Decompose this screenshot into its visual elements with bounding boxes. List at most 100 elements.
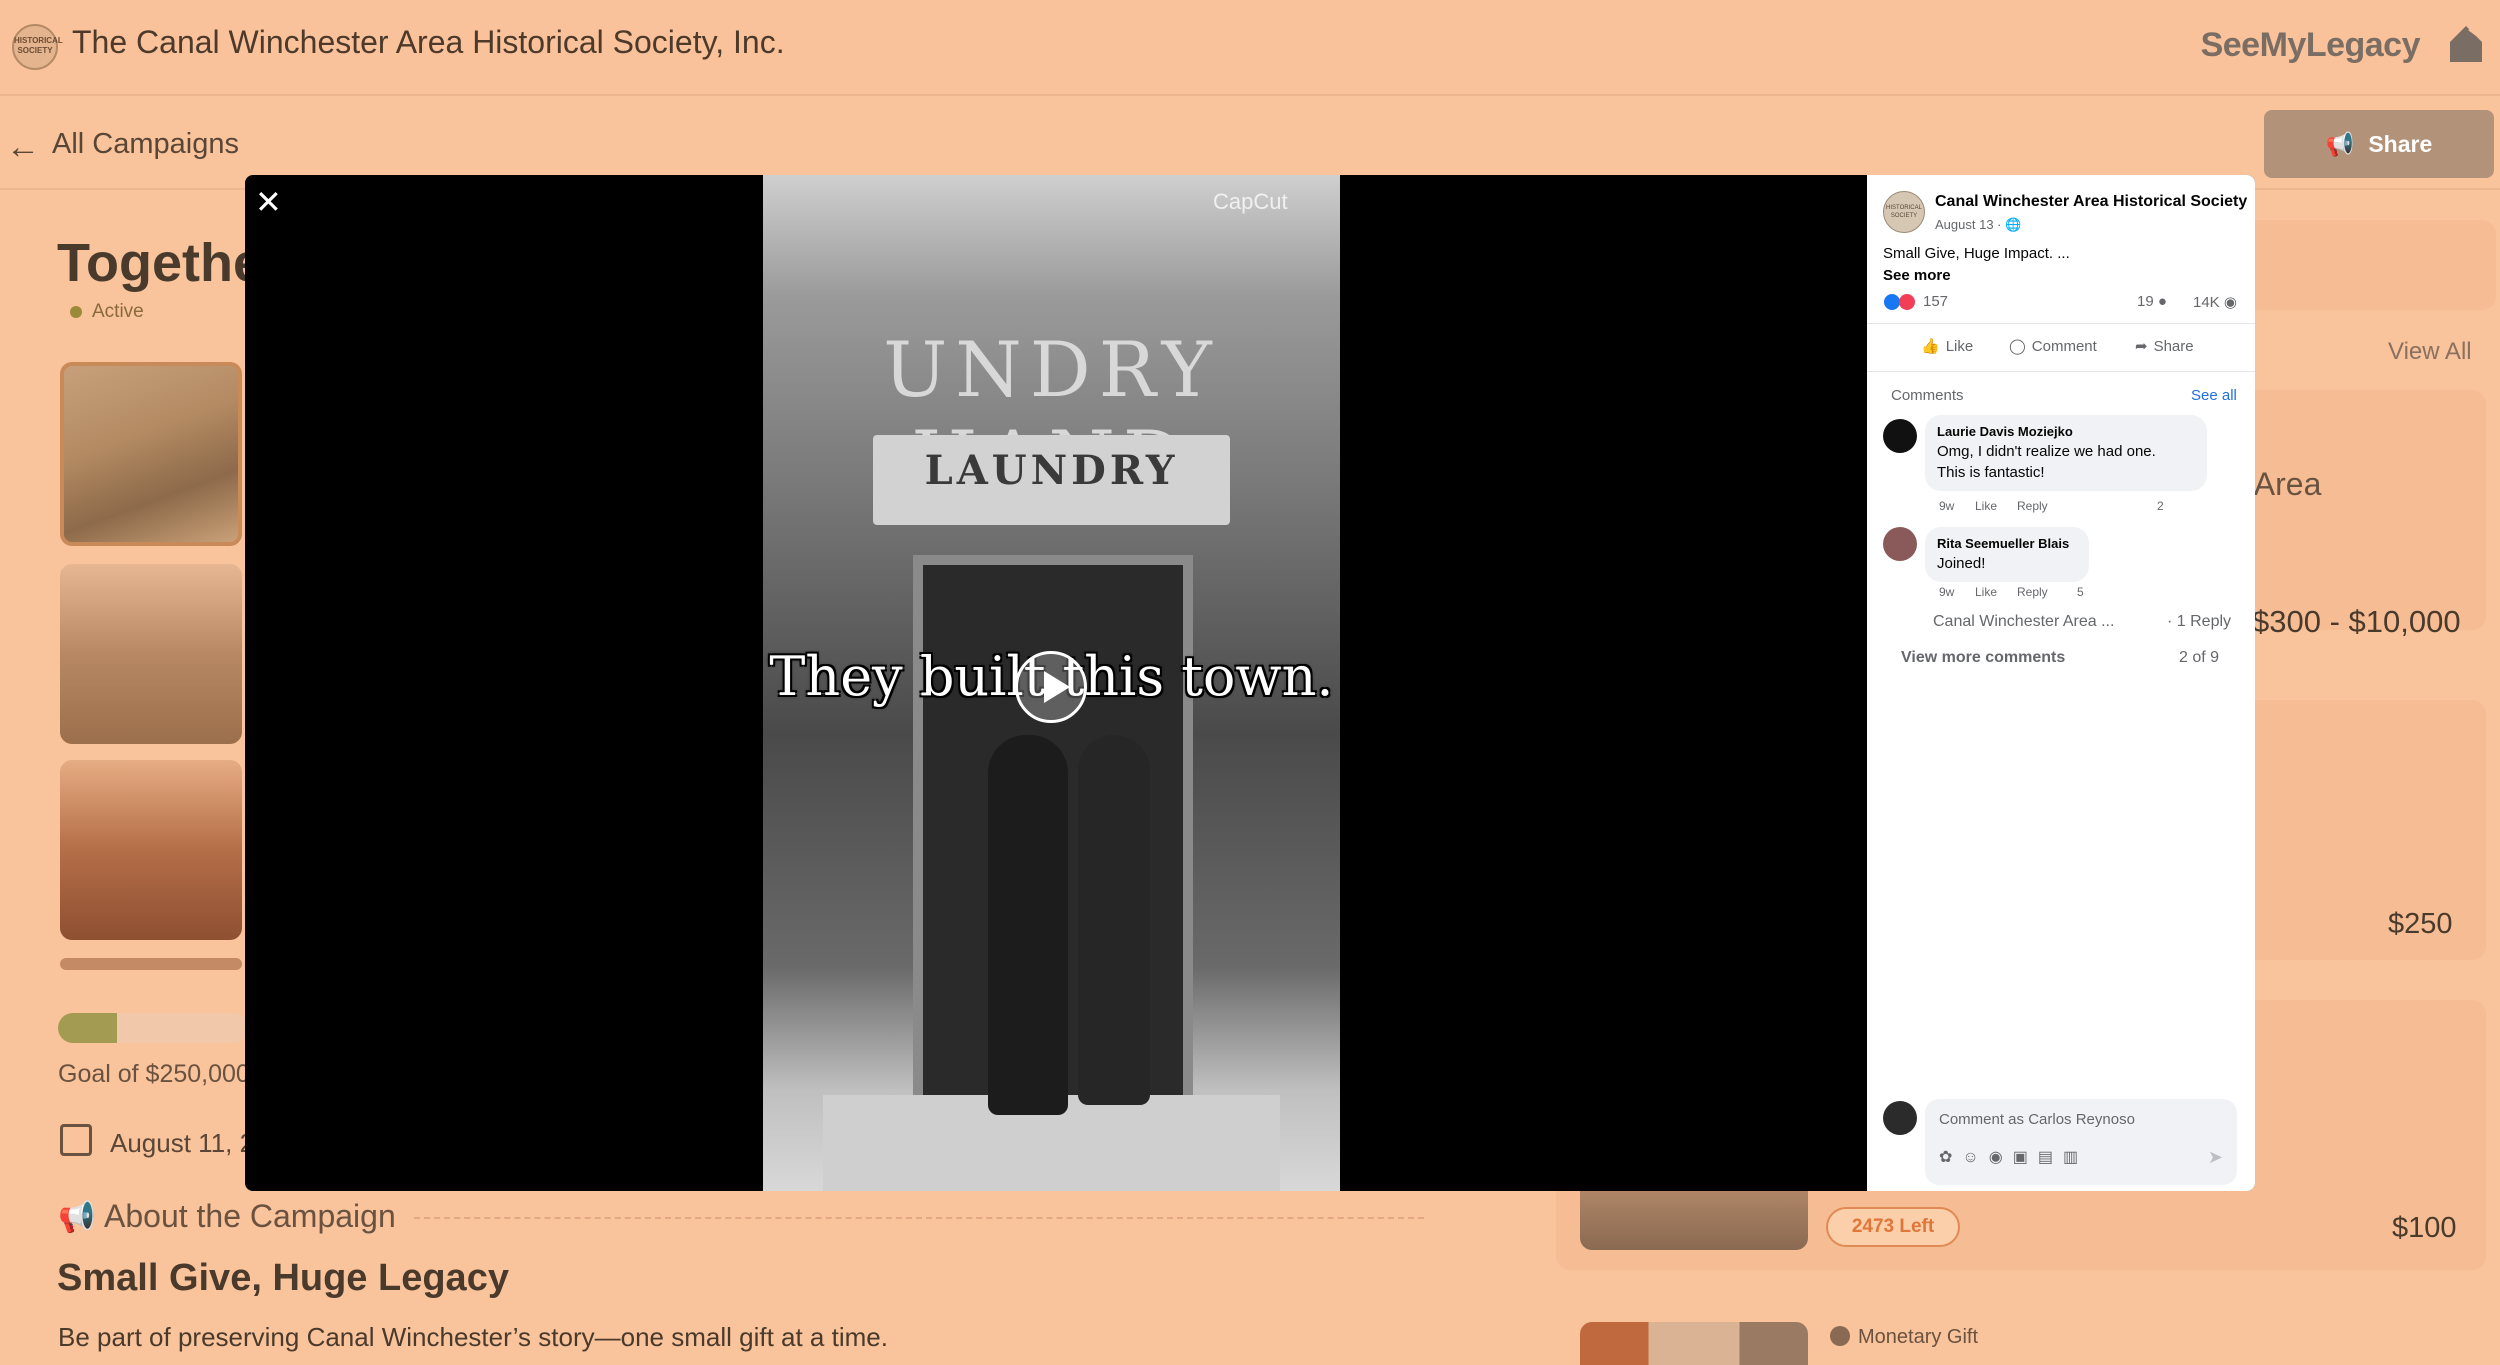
see-all-link[interactable]: See all (2191, 387, 2237, 404)
comment-count-number: 19 (2137, 293, 2154, 310)
funding-progress-fill (58, 1013, 117, 1043)
comment-tools-icons[interactable]: ✿☺◉▣▤▥ (1939, 1147, 2088, 1167)
gallery-thumbnail[interactable] (60, 362, 242, 546)
remaining-badge: 2473 Left (1826, 1207, 1960, 1247)
section-divider (414, 1217, 1424, 1219)
status-badge: Active (92, 301, 144, 322)
campaign-title: Togethe (57, 233, 263, 293)
org-logo-text: HISTORICAL SOCIETY (14, 36, 63, 55)
send-icon[interactable]: ➤ (2208, 1147, 2223, 1168)
post-date[interactable]: August 13 · 🌐 (1935, 217, 2021, 233)
calendar-icon (60, 1124, 92, 1156)
reward-price: $250 (2388, 908, 2453, 940)
comment-input[interactable]: Comment as Carlos Reynoso ✿☺◉▣▤▥ ➤ (1925, 1099, 2237, 1185)
reply-author[interactable]: Canal Winchester Area ... (1933, 613, 2114, 631)
page-name-link[interactable]: Canal Winchester Area Historical Society (1935, 193, 2247, 211)
view-count-number: 14K (2193, 294, 2220, 311)
comment-reactions[interactable]: 5 (2077, 585, 2084, 599)
comment-text: Joined! (1937, 555, 1986, 572)
comment-like-link[interactable]: Like (1975, 585, 1997, 599)
campaign-subtitle: Small Give, Huge Legacy (57, 1257, 509, 1299)
comment-time: 9w (1939, 585, 1955, 599)
share-post-button[interactable]: ➦ Share (2135, 337, 2194, 356)
gallery-thumbnail[interactable] (60, 564, 242, 744)
comment-pagination: 2 of 9 (2179, 649, 2220, 666)
brand-house-icon (2450, 26, 2482, 62)
comment-text: This is fantastic! (1937, 464, 2045, 481)
comment-reply-link[interactable]: Reply (2017, 499, 2048, 513)
video-watermark: CapCut (1213, 189, 1288, 214)
video-figure (988, 735, 1068, 1115)
megaphone-icon: 📢 (58, 1201, 96, 1234)
reaction-count[interactable]: 157 (1923, 293, 1948, 310)
comment-text: Omg, I didn't realize we had one. (1937, 443, 2156, 460)
campaign-description: Be part of preserving Canal Winchester’s… (58, 1322, 888, 1352)
comment-bubble: Rita Seemueller Blais Joined! (1925, 527, 2089, 582)
goal-text: Goal of $250,000 (58, 1060, 250, 1088)
video-player[interactable]: UNDRY HAND LAUNDRY CapCut They built thi… (763, 175, 1340, 1191)
video-modal: ✕ UNDRY HAND LAUNDRY CapCut They built t… (245, 175, 2255, 1191)
thumbs-up-icon: 👍 (1921, 338, 1940, 355)
about-heading: About the Campaign (104, 1198, 396, 1234)
video-awning-text: LAUNDRY (924, 447, 1179, 494)
facebook-post-panel: HISTORICAL SOCIETY Canal Winchester Area… (1867, 175, 2255, 1191)
reward-price-range: $300 - $10,000 (2252, 604, 2461, 639)
globe-icon: 🌐 (2005, 217, 2022, 232)
reward-image (1580, 1322, 1808, 1365)
comment-label: Comment (2031, 337, 2097, 355)
view-all-link[interactable]: View All (2388, 338, 2472, 366)
commenter-name[interactable]: Laurie Davis Moziejko (1937, 423, 2195, 441)
comment-reply-link[interactable]: Reply (2017, 585, 2048, 599)
view-more-comments-link[interactable]: View more comments (1901, 649, 2065, 667)
comment-input-placeholder: Comment as Carlos Reynoso (1939, 1111, 2135, 1128)
commenter-avatar[interactable] (1883, 419, 1917, 453)
back-arrow-icon[interactable]: ← (6, 128, 40, 167)
funding-progress-bar (58, 1013, 248, 1043)
post-text: Small Give, Huge Impact. ... (1883, 245, 2070, 262)
comment-bubble: Laurie Davis Moziejko Omg, I didn't real… (1925, 415, 2207, 491)
eye-icon: ◉ (2223, 294, 2237, 311)
reactions-icon[interactable] (1883, 293, 1917, 311)
commenter-avatar[interactable] (1883, 527, 1917, 561)
divider (1867, 323, 2255, 324)
share-label: Share (2153, 337, 2194, 355)
org-logo[interactable]: HISTORICAL SOCIETY (12, 24, 63, 70)
like-label: Like (1945, 337, 1974, 355)
comment-time: 9w (1939, 499, 1955, 513)
view-count: 14K ◉ (2193, 293, 2237, 311)
close-icon[interactable]: ✕ (255, 183, 282, 221)
megaphone-icon: 📢 (2325, 130, 2355, 157)
user-avatar (1883, 1101, 1917, 1135)
share-button[interactable]: 📢 Share (2264, 110, 2494, 178)
video-figure (1078, 735, 1150, 1105)
post-date-text: August 13 · (1935, 217, 2006, 232)
page-avatar-text: HISTORICAL SOCIETY (1886, 205, 1922, 219)
page-avatar[interactable]: HISTORICAL SOCIETY (1883, 191, 1925, 233)
org-name[interactable]: The Canal Winchester Area Historical Soc… (72, 24, 785, 61)
reply-count-link[interactable]: · 1 Reply (2167, 613, 2231, 631)
dollar-icon (1830, 1326, 1850, 1346)
reward-type: Monetary Gift (1858, 1326, 1979, 1348)
gallery-thumbnail[interactable] (60, 760, 242, 940)
share-arrow-icon: ➦ (2135, 338, 2148, 355)
divider (1867, 371, 2255, 372)
see-more-link[interactable]: See more (1883, 267, 1951, 284)
comment-reactions[interactable]: 2 (2157, 499, 2164, 513)
gallery-thumbnail[interactable] (60, 958, 242, 970)
all-campaigns-link[interactable]: All Campaigns (52, 128, 239, 161)
comment-icon: ◯ (2009, 338, 2026, 355)
like-button[interactable]: 👍 Like (1921, 337, 1974, 356)
comment-button[interactable]: ◯ Comment (2009, 337, 2097, 356)
commenter-name[interactable]: Rita Seemueller Blais (1937, 535, 2077, 553)
campaign-date: August 11, 2 (110, 1128, 255, 1158)
comment-like-link[interactable]: Like (1975, 499, 1997, 513)
status-dot (70, 306, 82, 318)
play-icon[interactable] (1015, 651, 1087, 723)
top-header: HISTORICAL SOCIETY The Canal Winchester … (0, 0, 2500, 96)
reward-price: $100 (2392, 1212, 2457, 1244)
comment-bubble-icon: ● (2157, 293, 2167, 310)
comment-count[interactable]: 19 ● (2137, 293, 2167, 310)
brand-logo[interactable]: SeeMyLegacy (2201, 26, 2421, 65)
share-button-label: Share (2368, 130, 2433, 157)
comments-heading: Comments (1891, 387, 1964, 404)
